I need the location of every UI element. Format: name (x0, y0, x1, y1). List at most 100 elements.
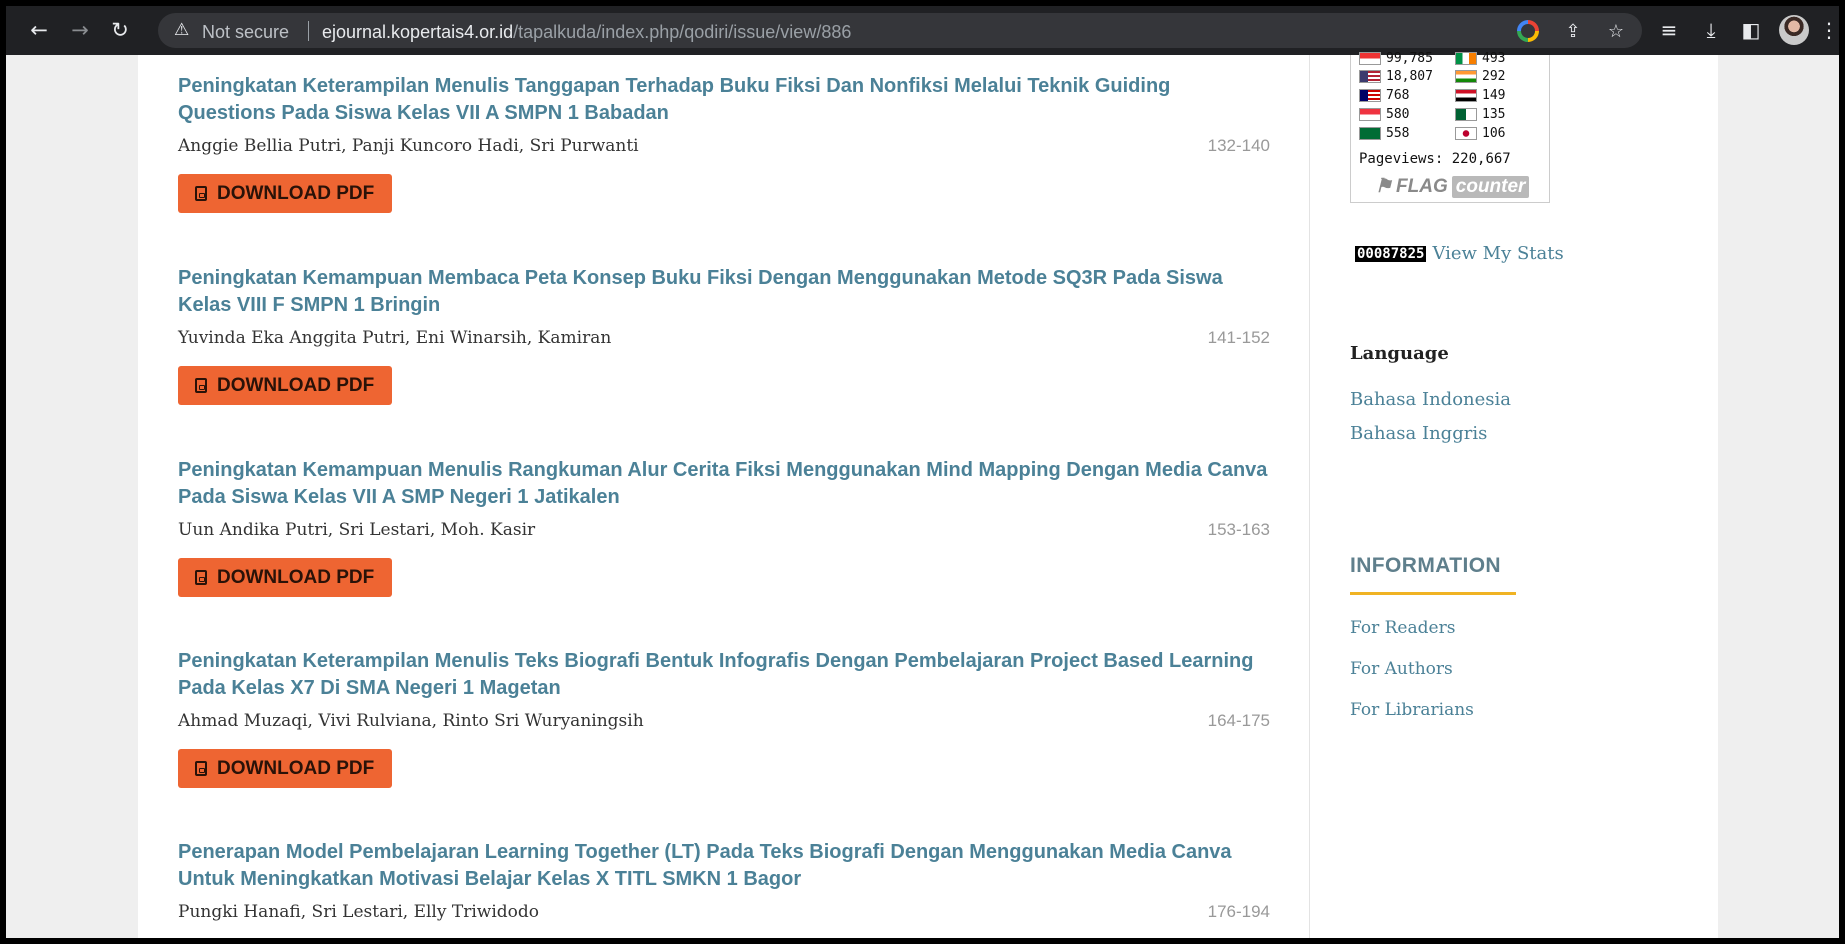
information-underline (1350, 592, 1516, 595)
bookmark-star-icon[interactable]: ☆ (1604, 19, 1628, 43)
profile-avatar[interactable] (1779, 15, 1809, 45)
download-pdf-button[interactable]: DOWNLOAD PDF (178, 749, 393, 788)
article-title-link[interactable]: Peningkatan Keterampilan Menulis Teks Bi… (178, 648, 1270, 702)
article-meta: Pungki Hanafi, Sri Lestari, Elly Triwido… (178, 902, 1270, 928)
article-title-link[interactable]: Peningkatan Keterampilan Menulis Tanggap… (178, 73, 1270, 127)
flag-counter-logo-counter: counter (1451, 175, 1530, 198)
omnibox-divider (308, 21, 309, 41)
flag-count: 106 (1482, 126, 1506, 141)
pageviews-line: Pageviews: 220,667 (1359, 151, 1511, 167)
info-link-readers[interactable]: For Readers (1350, 618, 1455, 638)
pdf-file-icon (195, 186, 207, 201)
browser-toolbar: ← → ↻ ⚠ Not secure ejournal.kopertais4.o… (6, 6, 1839, 55)
download-pdf-button[interactable]: DOWNLOAD PDF (178, 174, 393, 213)
flag-count: 99,785 (1386, 51, 1433, 66)
flag-count: 18,807 (1386, 69, 1433, 84)
pageviews-label: Pageviews: (1359, 151, 1444, 167)
browser-window: ← → ↻ ⚠ Not secure ejournal.kopertais4.o… (6, 6, 1839, 938)
content-sheet: Peningkatan Keterampilan Menulis Tanggap… (138, 51, 1718, 938)
info-link-authors[interactable]: For Authors (1350, 659, 1453, 679)
flag-count: 768 (1386, 88, 1410, 103)
article-authors: Ahmad Muzaqi, Vivi Rulviana, Rinto Sri W… (178, 711, 644, 731)
address-bar[interactable]: ⚠ Not secure ejournal.kopertais4.or.id/t… (158, 13, 1642, 48)
article-authors: Yuvinda Eka Anggita Putri, Eni Winarsih,… (178, 328, 612, 348)
download-icon[interactable]: ⤓ (1696, 15, 1726, 45)
warning-triangle-icon[interactable]: ⚠ (174, 20, 189, 40)
download-pdf-button[interactable]: DOWNLOAD PDF (178, 558, 393, 597)
malaysia-flag-icon (1359, 89, 1381, 102)
flag-counter-widget[interactable]: 99,785 18,807 768 580 558 493 292 149 13… (1350, 51, 1550, 203)
flag-counter-logo-mark-icon: ⚑ (1375, 176, 1393, 197)
article-pages: 141-152 (1207, 328, 1270, 347)
download-pdf-label: DOWNLOAD PDF (217, 566, 375, 588)
algeria-flag-icon (1455, 108, 1477, 121)
article-authors: Pungki Hanafi, Sri Lestari, Elly Triwido… (178, 902, 539, 922)
side-panel-icon[interactable]: ◧ (1736, 15, 1766, 45)
page-viewport: Peningkatan Keterampilan Menulis Tanggap… (6, 51, 1839, 938)
japan-flag-icon (1455, 127, 1477, 140)
column-divider (1309, 55, 1310, 938)
flag-counter-logo[interactable]: ⚑ FLAG counter (1375, 175, 1530, 198)
url-path: /tapalkuda/index.php/qodiri/issue/view/8… (513, 22, 852, 42)
flag-row: 135 (1455, 107, 1505, 122)
singapore-flag-icon (1359, 108, 1381, 121)
ireland-flag-icon (1455, 52, 1477, 65)
flag-count: 558 (1386, 126, 1410, 141)
egypt-flag-icon (1455, 89, 1477, 102)
issue-article-list: Peningkatan Keterampilan Menulis Tanggap… (138, 55, 1308, 938)
flag-count: 580 (1386, 107, 1410, 122)
indonesia-flag-icon (1359, 52, 1381, 65)
download-pdf-button[interactable]: DOWNLOAD PDF (178, 366, 393, 405)
article-meta: Uun Andika Putri, Sri Lestari, Moh. Kasi… (178, 520, 1270, 546)
flag-row: 768 (1359, 88, 1409, 103)
flag-row: 99,785 (1359, 51, 1433, 66)
article-pages: 132-140 (1207, 136, 1270, 155)
flag-row: 493 (1455, 51, 1505, 66)
stats-line: 00087825 View My Stats (1355, 243, 1564, 264)
pdf-file-icon (195, 378, 207, 393)
language-link-bahasa-inggris[interactable]: Bahasa Inggris (1350, 423, 1487, 444)
flag-row: 106 (1455, 126, 1505, 141)
article-title-link[interactable]: Peningkatan Kemampuan Membaca Peta Konse… (178, 265, 1270, 319)
view-my-stats-link[interactable]: View My Stats (1432, 243, 1563, 264)
article-meta: Ahmad Muzaqi, Vivi Rulviana, Rinto Sri W… (178, 711, 1270, 737)
flag-count: 135 (1482, 107, 1506, 122)
article-entry: Peningkatan Kemampuan Menulis Rangkuman … (178, 457, 1270, 597)
article-entry: Peningkatan Keterampilan Menulis Teks Bi… (178, 648, 1270, 788)
article-entry: Penerapan Model Pembelajaran Learning To… (178, 839, 1270, 928)
security-label[interactable]: Not secure (202, 22, 289, 43)
download-pdf-label: DOWNLOAD PDF (217, 182, 375, 204)
article-pages: 164-175 (1207, 711, 1270, 730)
reload-icon[interactable]: ↻ (104, 14, 136, 46)
saudi-arabia-flag-icon (1359, 127, 1381, 140)
media-queue-icon[interactable]: ≡ (1654, 15, 1684, 45)
sidebar: 99,785 18,807 768 580 558 493 292 149 13… (1350, 51, 1690, 938)
hit-counter[interactable]: 00087825 (1355, 245, 1427, 262)
pdf-file-icon (195, 761, 207, 776)
article-pages: 153-163 (1207, 520, 1270, 539)
pageviews-value: 220,667 (1451, 151, 1511, 167)
google-lens-icon[interactable] (1516, 19, 1540, 43)
forward-arrow-icon[interactable]: → (64, 14, 96, 46)
flag-row: 558 (1359, 126, 1409, 141)
flag-count: 493 (1482, 51, 1506, 66)
flag-row: 580 (1359, 107, 1409, 122)
back-arrow-icon[interactable]: ← (23, 14, 55, 46)
article-entry: Peningkatan Kemampuan Membaca Peta Konse… (178, 265, 1270, 405)
menu-kebab-icon[interactable]: ⋮ (1814, 15, 1839, 45)
language-link-bahasa-indonesia[interactable]: Bahasa Indonesia (1350, 389, 1511, 410)
url-text[interactable]: ejournal.kopertais4.or.id/tapalkuda/inde… (322, 22, 851, 43)
flag-row: 292 (1455, 69, 1505, 84)
article-meta: Anggie Bellia Putri, Panji Kuncoro Hadi,… (178, 136, 1270, 162)
share-icon[interactable]: ⇪ (1561, 19, 1585, 43)
flag-row: 18,807 (1359, 69, 1433, 84)
flag-count: 292 (1482, 69, 1506, 84)
flag-count: 149 (1482, 88, 1506, 103)
download-pdf-label: DOWNLOAD PDF (217, 757, 375, 779)
article-title-link[interactable]: Peningkatan Kemampuan Menulis Rangkuman … (178, 457, 1270, 511)
article-title-link[interactable]: Penerapan Model Pembelajaran Learning To… (178, 839, 1270, 893)
usa-flag-icon (1359, 70, 1381, 83)
info-link-librarians[interactable]: For Librarians (1350, 700, 1474, 720)
url-host: ejournal.kopertais4.or.id (322, 22, 514, 42)
article-pages: 176-194 (1207, 902, 1270, 921)
